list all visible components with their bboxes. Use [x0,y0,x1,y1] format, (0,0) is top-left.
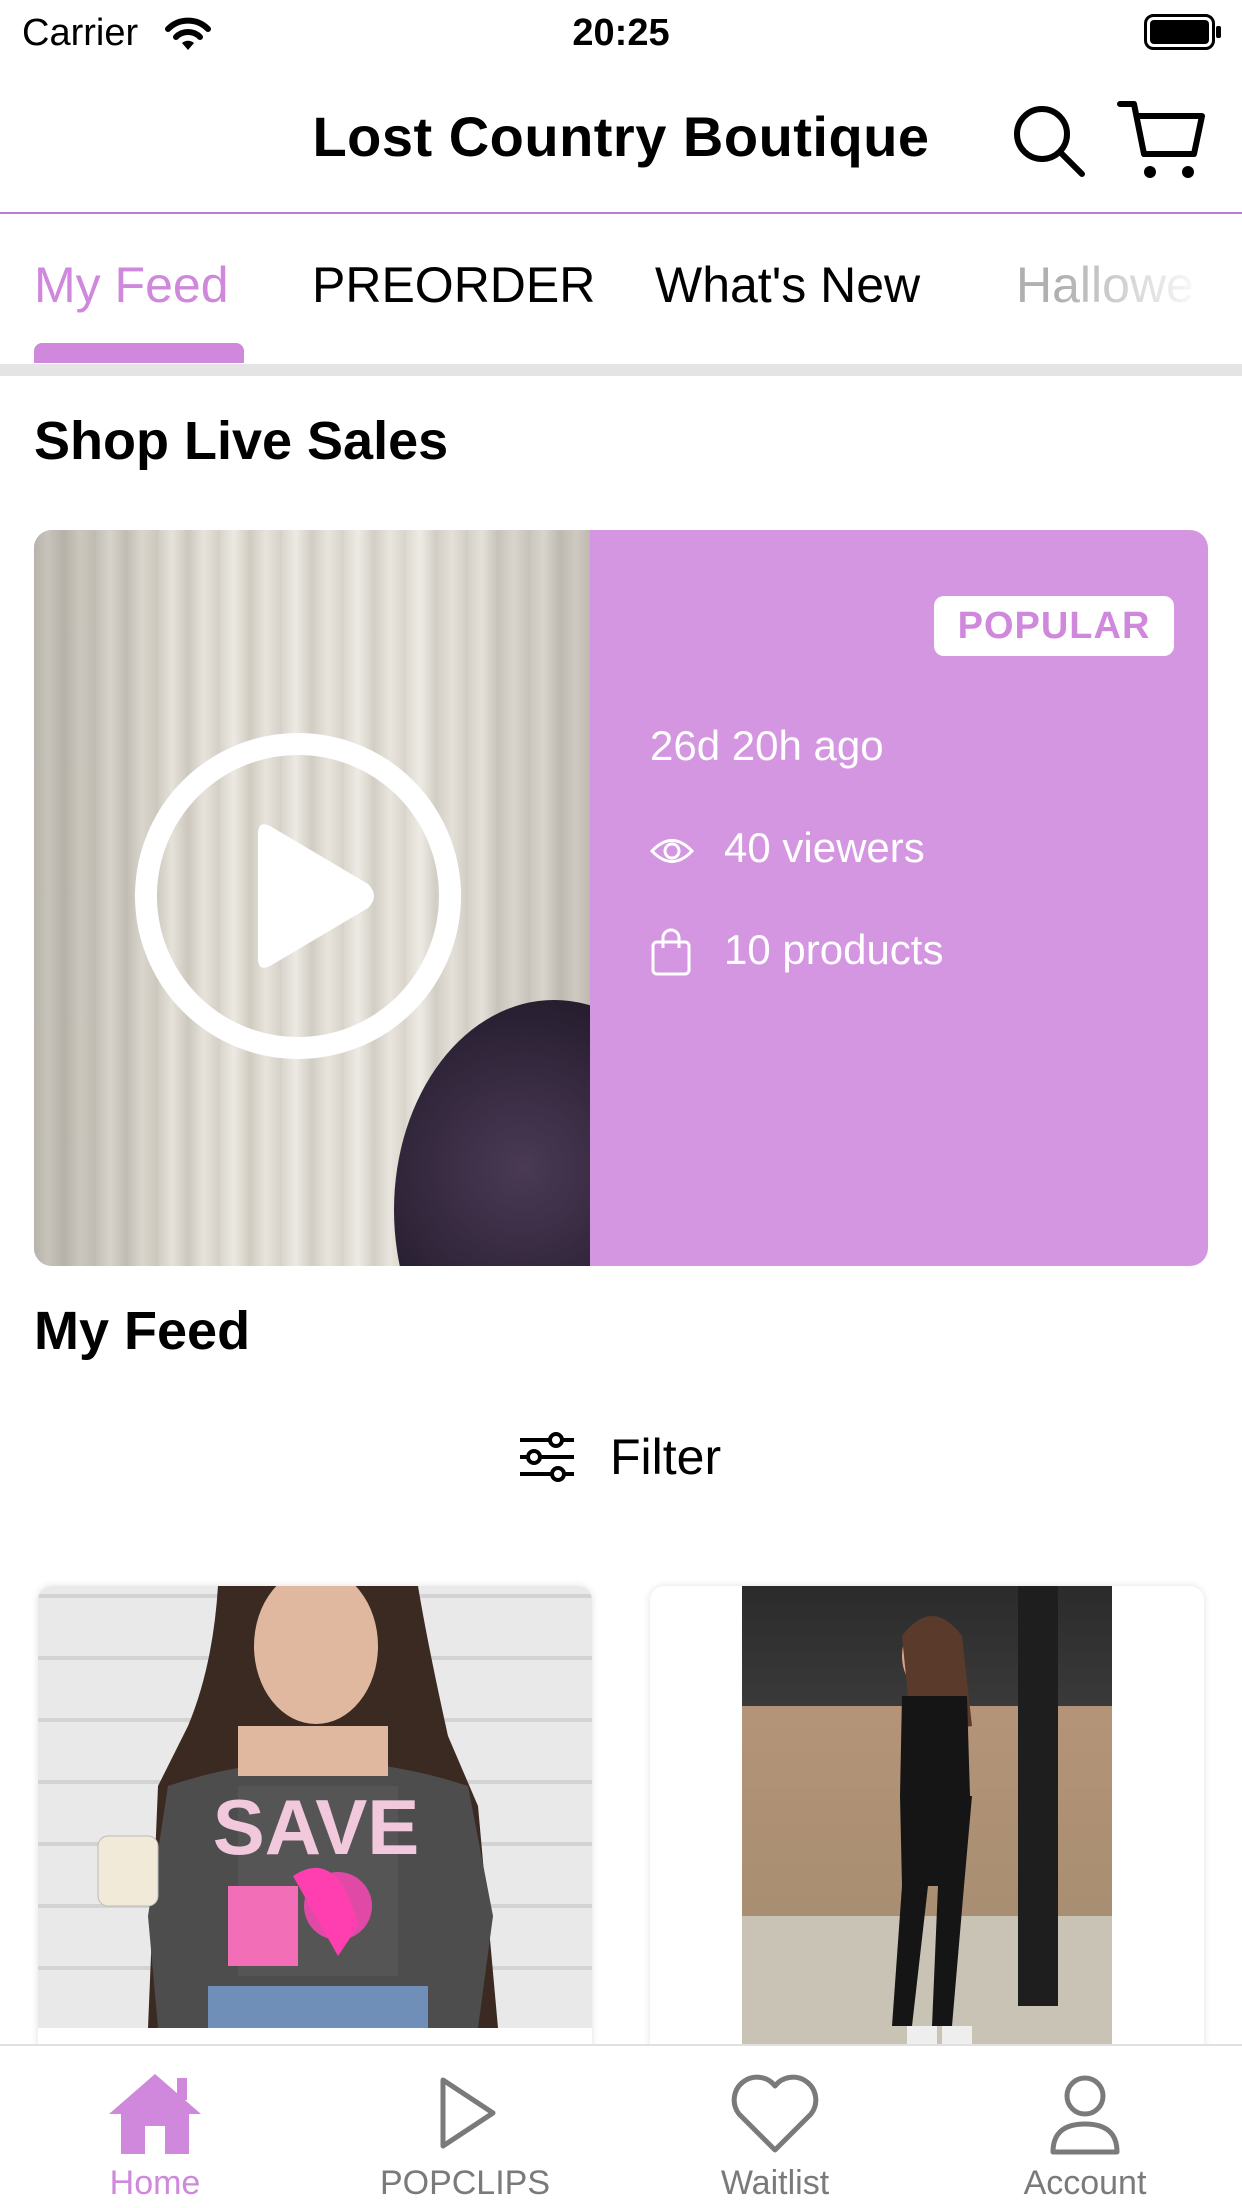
status-bar: Carrier 20:25 [0,0,1242,66]
live-video-thumbnail[interactable] [34,530,590,1266]
nav-account-label: Account [1023,2164,1147,2202]
eye-icon [650,839,694,863]
cart-icon[interactable] [1116,96,1206,184]
status-time: 20:25 [572,12,670,54]
tab-whats-new[interactable]: What's New [655,256,920,314]
nav-home-label: Home [109,2164,201,2202]
tab-my-feed[interactable]: My Feed [34,256,229,314]
live-section-title: Shop Live Sales [34,411,449,471]
nav-popclips[interactable]: POPCLIPS [310,2046,620,2208]
category-tabs: My Feed PREORDER What's New Hallowe [0,216,1242,364]
heart-icon [731,2074,819,2153]
svg-text:SAVE: SAVE [213,1783,420,1871]
tab-preorder[interactable]: PREORDER [312,256,595,314]
play-icon[interactable] [132,730,464,1062]
nav-home[interactable]: Home [0,2046,310,2208]
search-icon[interactable] [1010,102,1088,180]
bag-icon [651,928,691,976]
person-icon [1050,2075,1120,2155]
tab-fade-overlay [1060,246,1242,326]
product-image[interactable] [742,1586,1112,2066]
product-photo: SAVE [97,1586,498,2028]
product-photo [892,1586,1058,2046]
product-image[interactable]: SAVE [38,1586,592,2028]
feed-section-title: My Feed [34,1301,251,1361]
nav-waitlist[interactable]: Waitlist [620,2046,930,2208]
filter-icon [520,1432,574,1482]
nav-popclips-label: POPCLIPS [379,2164,551,2202]
live-viewers: 40 viewers [724,824,925,871]
filter-label: Filter [610,1429,722,1485]
nav-account[interactable]: Account [930,2046,1240,2208]
active-tab-indicator [34,343,244,363]
home-icon [109,2074,201,2154]
nav-waitlist-label: Waitlist [720,2164,830,2202]
bottom-nav: Home POPCLIPS Waitlist Account [0,2044,1242,2208]
divider [0,364,1242,376]
popular-badge: POPULAR [934,596,1174,656]
battery-icon [1144,14,1221,50]
live-time-ago: 26d 20h ago [650,722,884,769]
filter-button[interactable]: Filter [0,1420,1242,1500]
app-header: Lost Country Boutique [0,66,1242,214]
play-outline-icon [440,2077,496,2149]
live-products: 10 products [724,926,944,973]
